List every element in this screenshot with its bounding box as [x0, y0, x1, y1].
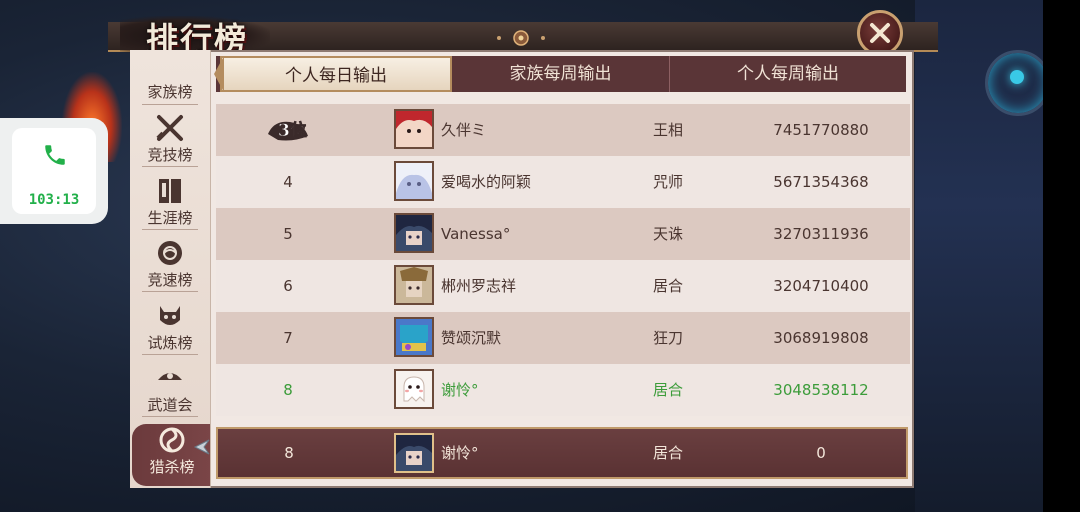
player-class: 王相: [652, 121, 683, 139]
rank-number: 8: [283, 381, 293, 399]
player-score: 3048538112: [773, 381, 869, 399]
player-class: 咒师: [652, 173, 683, 191]
ranking-sidebar: 家族榜 竞技榜 生涯榜 竞速榜 试炼榜 武道会 猎杀榜: [130, 50, 211, 488]
screen-edge: [1043, 0, 1080, 512]
rank-number: 5: [283, 225, 293, 243]
ghost-avatar-icon: [396, 371, 432, 407]
table-row[interactable]: 6 郴州罗志祥 居合 3204710400: [216, 260, 910, 312]
red-hair-avatar-icon: [396, 111, 432, 147]
sidebar-divider: [142, 416, 198, 417]
sidebar-item-career[interactable]: 生涯榜: [130, 175, 210, 237]
player-class: 居合: [652, 381, 683, 399]
player-class: 居合: [652, 277, 683, 295]
player-name: 久伴ミ: [441, 121, 487, 139]
sidebar-item-label: 武道会: [147, 396, 193, 414]
blue-mask-avatar-icon: [396, 319, 432, 355]
player-avatar[interactable]: [394, 213, 434, 253]
white-hair-avatar-icon: [396, 163, 432, 199]
my-rank-number: 8: [284, 444, 294, 462]
rank-badge-icon: 3位: [268, 120, 308, 141]
sidebar-divider: [142, 229, 198, 230]
table-row[interactable]: 7 赞颂沉默 狂刀 3068919808: [216, 312, 910, 364]
my-avatar[interactable]: [394, 433, 434, 473]
player-score: 3204710400: [773, 277, 869, 295]
rank-badge-text: 3位: [278, 120, 307, 141]
sidebar-divider: [142, 104, 198, 105]
sidebar-divider: [142, 166, 198, 167]
rank-number: 7: [283, 329, 293, 347]
tab-edge-left: [214, 56, 224, 92]
table-row[interactable]: 4 爱喝水的阿颖 咒师 5671354368: [216, 156, 910, 208]
tab-personal-daily[interactable]: 个人每日输出: [220, 56, 452, 92]
sidebar-item-arena[interactable]: 竞技榜: [130, 112, 210, 174]
sidebar-divider: [142, 354, 198, 355]
sidebar-divider: [142, 291, 198, 292]
player-score: 3270311936: [773, 225, 869, 243]
sidebar-item-label: 竞速榜: [147, 271, 193, 289]
demon-mask-icon: [160, 306, 180, 325]
armored-avatar-icon: [396, 267, 432, 303]
player-score: 3068919808: [773, 329, 869, 347]
sidebar-item-trial[interactable]: 试炼榜: [130, 300, 210, 362]
my-player-score: 0: [816, 444, 826, 462]
dark-hair-avatar-icon: [396, 435, 432, 471]
sidebar-item-label: 猎杀榜: [149, 458, 195, 476]
orb-core-glow: [1010, 70, 1024, 84]
table-row[interactable]: 3位 久伴ミ 王相 7451770880: [216, 104, 910, 156]
ranking-tabs: 个人每日输出 家族每周输出 个人每周输出: [216, 56, 906, 92]
call-duration: 103:13: [28, 192, 80, 208]
player-name: 赞颂沉默: [441, 329, 502, 347]
dark-hair-avatar-icon: [396, 215, 432, 251]
player-score: 5671354368: [773, 173, 869, 191]
tab-family-weekly[interactable]: 家族每周输出: [452, 56, 669, 92]
my-ranking-row[interactable]: 8 谢怜° 居合 0: [216, 427, 908, 479]
swirl-blade-icon: [159, 427, 185, 453]
rank-number: 4: [283, 173, 293, 191]
player-name: Vanessa°: [441, 225, 511, 243]
ranking-list[interactable]: 3位 久伴ミ 王相 7451770880 4 爱喝水的阿颖 咒师 5671354…: [216, 92, 910, 428]
tab-personal-weekly[interactable]: 个人每周输出: [670, 56, 906, 92]
rank-number: 6: [283, 277, 293, 295]
sidebar-item-tournament[interactable]: 武道会: [130, 362, 210, 424]
player-class: 天诛: [652, 225, 683, 243]
player-name: 郴州罗志祥: [441, 277, 517, 295]
phone-icon: [45, 145, 65, 165]
sidebar-item-label: 生涯榜: [147, 209, 193, 227]
crossed-swords-icon: [156, 115, 183, 141]
selection-pointer-icon: [193, 439, 210, 455]
call-card: 103:13: [12, 128, 96, 214]
close-icon: [870, 23, 890, 43]
sidebar-item-speed[interactable]: 竞速榜: [130, 237, 210, 299]
table-row-self[interactable]: 8 谢怜° 居合 3048538112: [216, 364, 910, 416]
player-score: 7451770880: [773, 121, 869, 139]
call-widget[interactable]: 103:13: [0, 118, 108, 224]
player-avatar[interactable]: [394, 317, 434, 357]
player-avatar[interactable]: [394, 369, 434, 409]
player-avatar[interactable]: [394, 161, 434, 201]
player-avatar[interactable]: [394, 265, 434, 305]
dojo-icon: [158, 373, 182, 380]
player-name: 爱喝水的阿颖: [441, 173, 532, 191]
drum-icon: [158, 241, 182, 265]
player-class: 狂刀: [652, 329, 683, 347]
my-player-class: 居合: [652, 444, 683, 462]
sidebar-item-label: 竞技榜: [147, 146, 193, 164]
player-avatar[interactable]: [394, 109, 434, 149]
header-ornament-icon: [497, 30, 545, 46]
sidebar-item-label: 家族榜: [147, 83, 193, 101]
book-icon: [159, 179, 181, 203]
sidebar-item-label: 试炼榜: [147, 334, 193, 352]
player-name: 谢怜°: [441, 381, 479, 399]
tab-edge-right: [896, 56, 906, 92]
table-row[interactable]: 5 Vanessa° 天诛 3270311936: [216, 208, 910, 260]
my-player-name: 谢怜°: [441, 444, 479, 462]
